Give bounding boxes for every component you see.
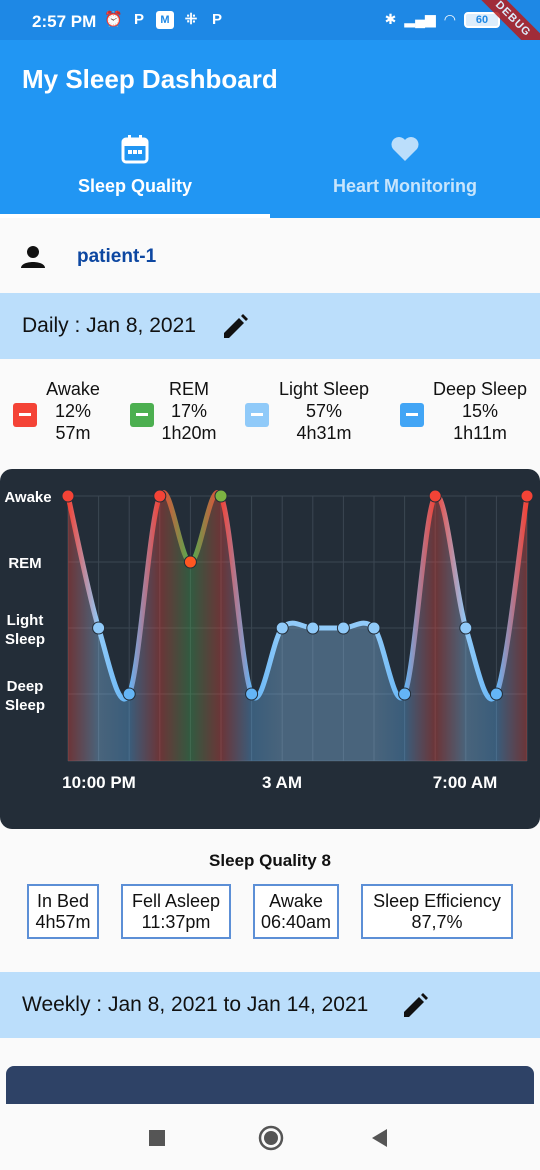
legend-name: REM bbox=[169, 379, 209, 399]
legend-name: Deep Sleep bbox=[432, 379, 528, 399]
data-point-rem bbox=[183, 555, 197, 569]
data-point-awake bbox=[428, 489, 442, 503]
legend-percent: 17% bbox=[170, 401, 208, 421]
legend-duration: 1h11m bbox=[453, 423, 507, 443]
data-point-deep-sleep bbox=[489, 687, 503, 701]
system-nav-bar bbox=[0, 1104, 540, 1170]
y-tick-label: Deep bbox=[7, 678, 44, 695]
p-icon: P bbox=[133, 11, 144, 28]
alarm-icon: ⏰ bbox=[104, 11, 123, 28]
sleep-stage-chart-svg: Awake REM Light Sleep Deep Sleep 10:00 PM 3 AM 7… bbox=[4, 489, 534, 792]
data-point-awake bbox=[214, 489, 228, 503]
weekly-date-label: Weekly : Jan 8, 2021 to Jan 14, 2021 bbox=[22, 993, 369, 1016]
data-point-awake bbox=[520, 489, 534, 503]
data-point-light-sleep bbox=[306, 621, 320, 635]
data-point-light-sleep bbox=[275, 621, 289, 635]
bluetooth-icon: ✱ bbox=[384, 11, 397, 27]
app-title: My Sleep Dashboard bbox=[22, 64, 278, 94]
rem-swatch-icon bbox=[130, 403, 154, 427]
app-bar: My Sleep Dashboard Sleep Quality Heart M… bbox=[0, 40, 540, 218]
legend-percent: 12% bbox=[54, 401, 92, 421]
x-tick-label: 10:00 PM bbox=[62, 773, 136, 792]
signal-icon: ▂▄▆ bbox=[404, 11, 436, 27]
data-point-light-sleep bbox=[367, 621, 381, 635]
y-tick-label: Light bbox=[7, 612, 44, 629]
recents-icon[interactable] bbox=[149, 1130, 165, 1146]
stat-fell-asleep: Fell Asleep 11:37pm bbox=[121, 884, 231, 939]
data-point-deep-sleep bbox=[245, 687, 259, 701]
stat-value: 06:40am bbox=[260, 912, 332, 932]
tab-indicator bbox=[0, 214, 270, 218]
legend-name: Light Sleep bbox=[278, 379, 370, 399]
calendar-icon bbox=[121, 135, 149, 164]
daily-header: Daily : Jan 8, 2021 bbox=[0, 293, 540, 359]
data-point-deep-sleep bbox=[122, 687, 136, 701]
tab-heart-monitoring[interactable]: Heart Monitoring bbox=[270, 126, 540, 218]
back-icon[interactable] bbox=[371, 1129, 389, 1147]
legend-percent: 57% bbox=[305, 401, 343, 421]
notification-icons: ⏰ P M ⁜ P bbox=[104, 11, 226, 29]
data-point-light-sleep bbox=[336, 621, 350, 635]
stat-label: Awake bbox=[269, 891, 323, 911]
y-tick-label: Sleep bbox=[5, 697, 45, 714]
stat-in-bed: In Bed 4h57m bbox=[27, 884, 99, 939]
weekly-header: Weekly : Jan 8, 2021 to Jan 14, 2021 bbox=[0, 972, 540, 1038]
legend-duration: 57m bbox=[55, 423, 91, 443]
tab-label: Sleep Quality bbox=[77, 176, 193, 196]
data-point-deep-sleep bbox=[398, 687, 412, 701]
data-point-awake bbox=[153, 489, 167, 503]
status-time: 2:57 PM bbox=[32, 12, 97, 31]
stat-label: In Bed bbox=[36, 891, 90, 911]
legend-name: Awake bbox=[46, 379, 100, 399]
home-icon[interactable] bbox=[258, 1125, 284, 1151]
sleep-stage-legend: Awake 12% 57m REM 17% 1h20m Light Sleep … bbox=[0, 378, 540, 448]
edit-weekly-icon[interactable] bbox=[401, 992, 429, 1020]
legend-item-rem: REM 17% 1h20m bbox=[154, 378, 224, 444]
patient-name: patient-1 bbox=[77, 246, 157, 267]
stat-label: Fell Asleep bbox=[131, 891, 221, 911]
status-bar: 2:57 PM ⏰ P M ⁜ P ✱ ▂▄▆ ◠ 60 DEBUG bbox=[0, 0, 540, 65]
daily-date-label: Daily : Jan 8, 2021 bbox=[22, 314, 196, 337]
tab-sleep-quality[interactable]: Sleep Quality bbox=[0, 126, 270, 218]
x-tick-label: 7:00 AM bbox=[433, 773, 498, 792]
deep-sleep-swatch-icon bbox=[400, 403, 424, 427]
legend-percent: 15% bbox=[461, 401, 499, 421]
sleep-area-fill bbox=[68, 492, 527, 761]
legend-item-awake: Awake 12% 57m bbox=[38, 378, 108, 444]
legend-duration: 4h31m bbox=[296, 423, 352, 443]
stat-value: 4h57m bbox=[35, 912, 91, 932]
y-tick-label: Sleep bbox=[5, 631, 45, 648]
y-tick-label: Awake bbox=[4, 489, 51, 506]
stat-value: 87,7% bbox=[411, 912, 463, 932]
patient-row[interactable]: patient-1 bbox=[0, 222, 540, 290]
y-tick-label: REM bbox=[8, 555, 41, 572]
data-point-awake bbox=[61, 489, 75, 503]
sleep-quality-score: Sleep Quality 8 bbox=[209, 851, 331, 870]
stat-sleep-efficiency: Sleep Efficiency 87,7% bbox=[361, 884, 513, 939]
person-icon bbox=[21, 246, 45, 268]
stat-awake: Awake 06:40am bbox=[253, 884, 339, 939]
data-point-light-sleep bbox=[92, 621, 106, 635]
stat-label: Sleep Efficiency bbox=[373, 891, 501, 911]
system-icons: ✱ ▂▄▆ ◠ 60 bbox=[385, 11, 500, 28]
sleep-stage-chart: Awake REM Light Sleep Deep Sleep 10:00 PM 3 AM 7… bbox=[0, 469, 540, 829]
light-sleep-swatch-icon bbox=[245, 403, 269, 427]
tab-label: Heart Monitoring bbox=[333, 176, 477, 196]
grid-icon: ⁜ bbox=[184, 11, 198, 28]
p-icon: P bbox=[211, 11, 222, 28]
awake-swatch-icon bbox=[13, 403, 37, 427]
stat-value: 11:37pm bbox=[141, 912, 211, 932]
x-tick-label: 3 AM bbox=[262, 773, 302, 792]
edit-daily-icon[interactable] bbox=[221, 313, 249, 341]
heart-icon bbox=[391, 137, 419, 161]
legend-item-deep-sleep: Deep Sleep 15% 1h11m bbox=[426, 378, 534, 444]
wifi-icon: ◠ bbox=[443, 11, 456, 27]
legend-duration: 1h20m bbox=[161, 423, 217, 443]
m-icon: M bbox=[156, 11, 174, 29]
data-point-light-sleep bbox=[459, 621, 473, 635]
legend-item-light-sleep: Light Sleep 57% 4h31m bbox=[270, 378, 378, 444]
